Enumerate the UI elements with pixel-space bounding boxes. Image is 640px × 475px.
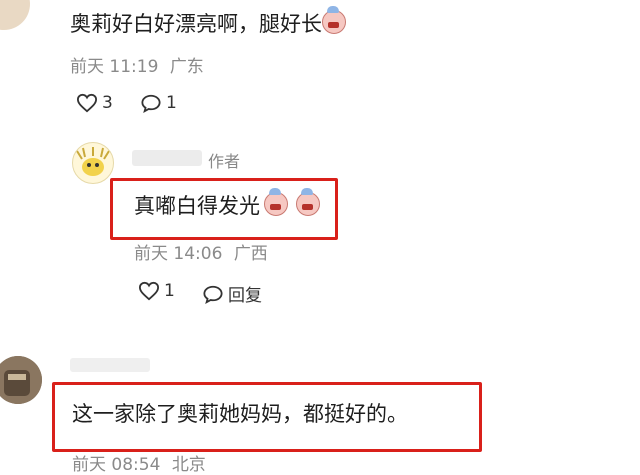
reply-label: 回复	[228, 286, 262, 306]
heart-icon	[76, 93, 98, 113]
comment-meta: 前天 08:54 北京	[72, 450, 206, 475]
reply-button[interactable]: 回复	[202, 281, 262, 306]
reply-text: 真嘟白得发光	[134, 188, 320, 220]
reply-time: 前天 14:06	[134, 244, 223, 264]
like-count: 1	[164, 281, 175, 301]
comment-meta: 前天 11:19 广东	[70, 52, 204, 77]
comment-text: 这一家除了奥莉她妈妈，都挺好的。	[72, 402, 408, 426]
comment-time: 前天 11:19	[70, 57, 159, 77]
reply-count-button[interactable]: 1	[140, 93, 177, 113]
author-name-blurred[interactable]	[132, 150, 202, 166]
reply-location: 广西	[233, 244, 268, 264]
heart-icon	[138, 281, 160, 301]
comment-bubble-icon	[141, 94, 161, 113]
author-badge: 作者	[208, 152, 241, 171]
crying-laugh-emoji-icon	[264, 188, 288, 216]
avatar[interactable]	[0, 0, 30, 30]
comment-bubble-icon	[203, 285, 223, 304]
photo-avatar-icon	[0, 356, 42, 404]
reply-count: 1	[166, 93, 177, 113]
comment-time: 前天 08:54	[72, 455, 161, 475]
avatar[interactable]	[0, 356, 42, 404]
reply-body: 真嘟白得发光	[134, 194, 260, 218]
cartoon-avatar-icon	[76, 147, 110, 176]
commenter-name-blurred[interactable]	[70, 358, 150, 372]
author-avatar[interactable]	[72, 142, 114, 184]
crying-laugh-emoji-icon	[296, 188, 320, 216]
like-button[interactable]: 1	[138, 281, 175, 301]
comment-text: 奥莉好白好漂亮啊，腿好长	[70, 6, 346, 38]
comment-body: 奥莉好白好漂亮啊，腿好长	[70, 12, 322, 36]
comment-location: 北京	[171, 455, 206, 475]
crying-laugh-emoji-icon	[322, 6, 346, 34]
like-count: 3	[102, 93, 113, 113]
comment-location: 广东	[169, 57, 204, 77]
reply-meta: 前天 14:06 广西	[134, 239, 268, 264]
like-button[interactable]: 3	[76, 93, 113, 113]
